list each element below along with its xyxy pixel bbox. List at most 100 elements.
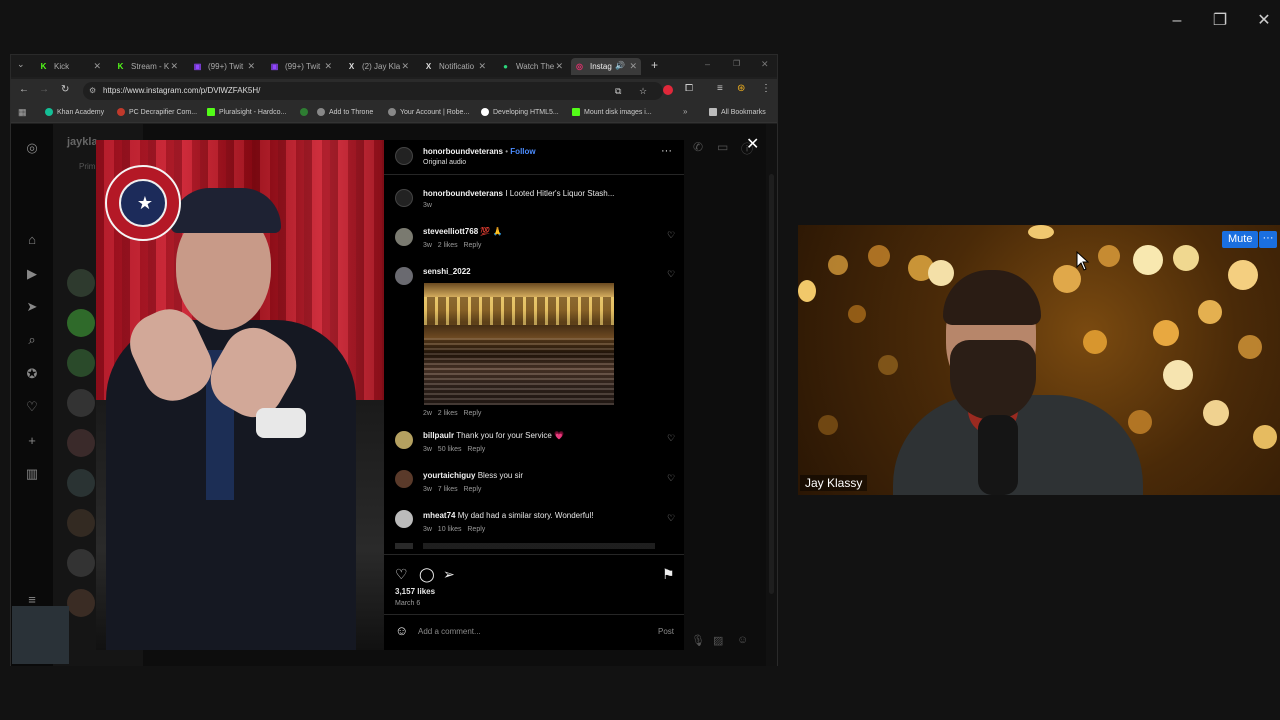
likes-count[interactable]: 3,157 likes	[395, 587, 435, 596]
search-icon[interactable]: ⌕	[24, 332, 40, 348]
bookmark-throne[interactable]: Add to Throne	[317, 108, 373, 116]
comment-username[interactable]: mheat74	[423, 511, 455, 520]
reply-button[interactable]: Reply	[467, 446, 485, 453]
notifications-heart-icon[interactable]: ♡	[24, 399, 40, 415]
window-minimize-button[interactable]: –	[1166, 10, 1188, 32]
commenter-avatar[interactable]	[395, 267, 413, 285]
extension-record-icon[interactable]	[663, 85, 673, 95]
close-icon[interactable]: ✕	[247, 61, 255, 72]
caption-username[interactable]: honorboundveterans	[423, 189, 503, 198]
browser-restore-button[interactable]: ❐	[733, 59, 740, 68]
author-avatar[interactable]	[395, 147, 413, 165]
like-comment-icon[interactable]: ♡	[667, 433, 675, 444]
tab-watch[interactable]: ● Watch The ✕	[497, 58, 567, 75]
tab-search-icon[interactable]: ⌄	[17, 59, 25, 70]
reply-button[interactable]: Reply	[467, 526, 485, 533]
home-icon[interactable]: ⌂	[24, 232, 40, 248]
close-modal-icon[interactable]: ✕	[746, 134, 759, 154]
like-comment-icon[interactable]: ♡	[667, 230, 675, 241]
browser-close-button[interactable]: ✕	[761, 59, 769, 70]
bookmark-mount-disk[interactable]: Mount disk images i...	[572, 108, 652, 116]
comment-likes[interactable]: 50 likes	[438, 446, 462, 453]
reel-video[interactable]: ★ 🔊	[96, 140, 384, 650]
speaker-icon[interactable]: 🔊	[615, 61, 625, 70]
page-scrollbar[interactable]	[766, 124, 777, 666]
comment-username[interactable]: yourtaichiguy	[423, 471, 475, 480]
media-icon[interactable]: ≡	[717, 83, 723, 94]
tab-kick[interactable]: K Kick ✕	[35, 58, 105, 75]
extensions-icon[interactable]: ⧠	[685, 83, 693, 94]
comment-likes[interactable]: 10 likes	[438, 526, 462, 533]
back-icon[interactable]: ←	[19, 84, 29, 95]
close-icon[interactable]: ✕	[478, 61, 486, 72]
commenter-avatar[interactable]	[395, 431, 413, 449]
forward-icon[interactable]: →	[39, 84, 49, 95]
close-icon[interactable]: ✕	[401, 61, 409, 72]
comment-likes[interactable]: 7 likes	[438, 486, 458, 493]
mute-button[interactable]: Mute	[1222, 231, 1259, 248]
post-comment-button[interactable]: Post	[658, 627, 674, 636]
reply-button[interactable]: Reply	[463, 242, 481, 249]
close-icon[interactable]: ✕	[629, 61, 637, 72]
like-comment-icon[interactable]: ♡	[667, 513, 675, 524]
bookmarks-overflow-icon[interactable]: »	[683, 107, 687, 116]
author-username[interactable]: honorboundveterans	[423, 147, 503, 156]
send-icon[interactable]: ➤	[24, 299, 40, 315]
commenter-avatar[interactable]	[395, 470, 413, 488]
tab-x-profile[interactable]: X (2) Jay Kla ✕	[343, 58, 413, 75]
site-info-icon[interactable]: ⚙	[89, 82, 96, 100]
bookmark-pluralsight[interactable]: Pluralsight - Hardco...	[207, 108, 286, 116]
menu-icon[interactable]: ⋮	[761, 83, 771, 94]
create-icon[interactable]: +	[24, 433, 40, 449]
like-post-icon[interactable]: ♡	[395, 566, 408, 583]
share-icon[interactable]: ➢	[443, 566, 455, 583]
install-icon[interactable]: ⧉	[615, 82, 621, 100]
audio-label[interactable]: Original audio	[423, 159, 466, 166]
tab-twitch-1[interactable]: ▣ (99+) Twit ✕	[189, 58, 259, 75]
bookmark-khan[interactable]: Khan Academy	[45, 108, 104, 116]
comment-username[interactable]: steveelliott768	[423, 227, 478, 236]
follow-button[interactable]: Follow	[510, 147, 535, 156]
tab-instagram[interactable]: ◎ Instag 🔊 ✕	[571, 58, 641, 75]
address-bar[interactable]: ⚙ https://www.instagram.com/p/DVlWZFAK5H…	[83, 82, 663, 100]
bookmark-star-icon[interactable]: ☆	[639, 82, 647, 100]
instagram-logo-icon[interactable]: ◎	[24, 140, 40, 156]
new-tab-button[interactable]: +	[651, 58, 658, 72]
tab-x-notifications[interactable]: X Notificatio ✕	[420, 58, 490, 75]
webcam-more-button[interactable]: ···	[1259, 231, 1277, 248]
extension-bot-icon[interactable]: ⊛	[737, 83, 745, 94]
bookmark-globe[interactable]	[300, 108, 312, 116]
close-icon[interactable]: ✕	[555, 61, 563, 72]
comment-input[interactable]: Add a comment...	[418, 627, 638, 636]
tab-stream[interactable]: K Stream - K ✕	[112, 58, 182, 75]
dashboard-icon[interactable]: ▥	[24, 466, 40, 482]
bookmark-robe[interactable]: Your Account | Robe...	[388, 108, 469, 116]
browser-minimize-button[interactable]: –	[705, 59, 710, 69]
scrollbar-thumb[interactable]	[769, 174, 774, 594]
commenter-avatar[interactable]	[395, 228, 413, 246]
reply-button[interactable]: Reply	[463, 410, 481, 417]
post-options-icon[interactable]: ···	[661, 145, 672, 157]
close-icon[interactable]: ✕	[324, 61, 332, 72]
close-icon[interactable]: ✕	[93, 61, 101, 72]
commenter-avatar[interactable]	[395, 510, 413, 528]
caption-avatar[interactable]	[395, 189, 413, 207]
comment-gif-audience[interactable]	[424, 283, 614, 405]
comment-icon[interactable]: ◯	[419, 566, 435, 583]
explore-icon[interactable]: ✪	[24, 366, 40, 382]
like-comment-icon[interactable]: ♡	[667, 473, 675, 484]
emoji-icon[interactable]: ☺	[395, 623, 408, 638]
window-close-button[interactable]: ✕	[1253, 10, 1275, 32]
comment-likes[interactable]: 2 likes	[438, 410, 458, 417]
bookmark-html5[interactable]: Developing HTML5...	[481, 108, 559, 116]
window-restore-button[interactable]: ❐	[1209, 10, 1231, 32]
like-comment-icon[interactable]: ♡	[667, 269, 675, 280]
bookmark-pc-decrapifier[interactable]: PC Decrapifier Com...	[117, 108, 197, 116]
close-icon[interactable]: ✕	[170, 61, 178, 72]
reels-icon[interactable]: ▶	[24, 266, 40, 282]
comment-username[interactable]: senshi_2022	[423, 267, 471, 276]
comment-likes[interactable]: 2 likes	[438, 242, 458, 249]
reply-button[interactable]: Reply	[463, 486, 481, 493]
reload-icon[interactable]: ↻	[61, 84, 69, 95]
all-bookmarks[interactable]: All Bookmarks	[709, 108, 766, 116]
